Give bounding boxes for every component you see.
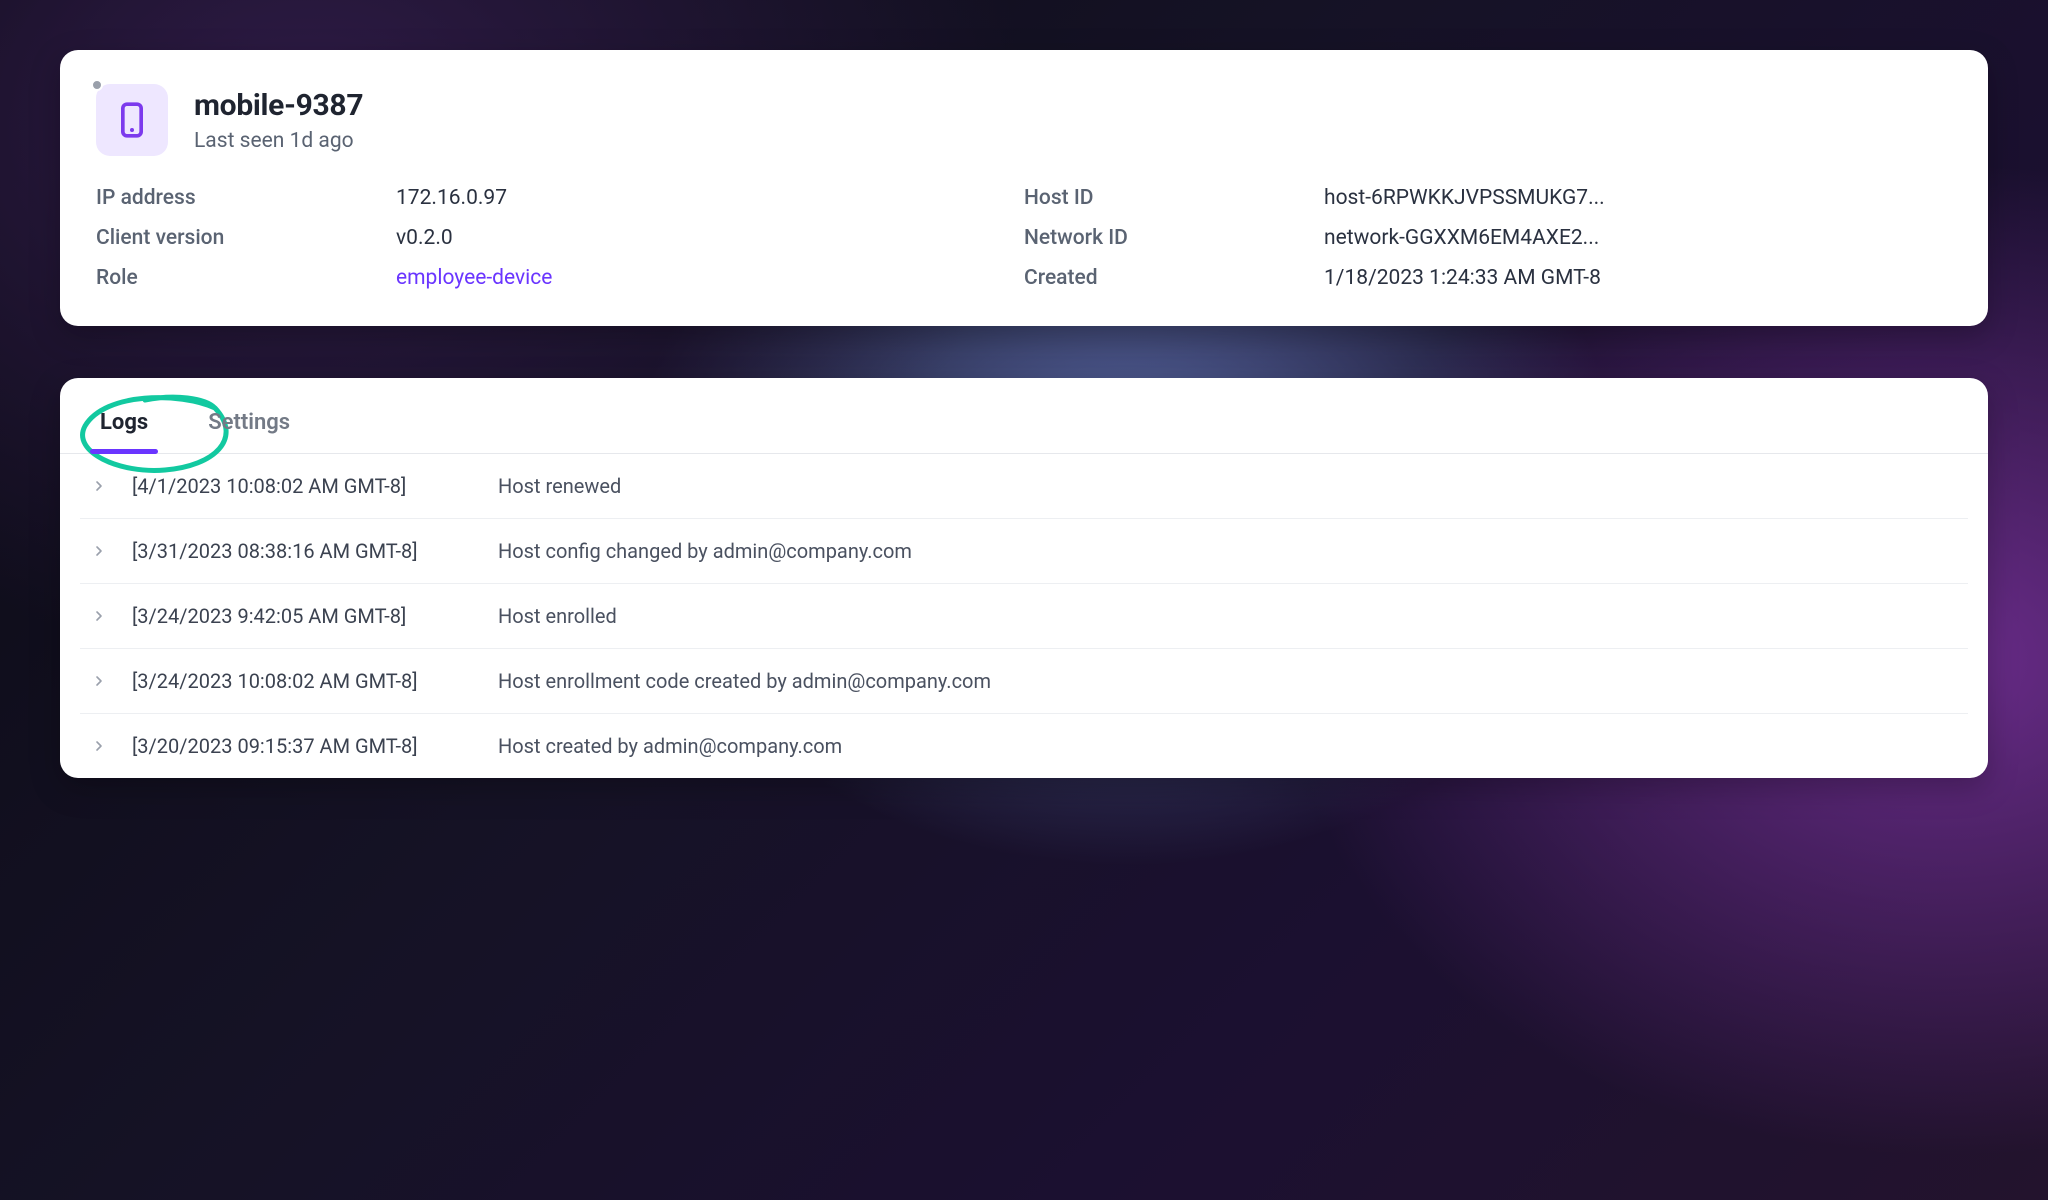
label-ip-address: IP address [96,186,396,210]
label-created: Created [1024,266,1324,290]
value-ip-address: 172.16.0.97 [396,186,1024,210]
label-client-version: Client version [96,226,396,250]
status-dot-icon [91,79,103,91]
log-timestamp: [3/20/2023 09:15:37 AM GMT-8] [132,734,492,758]
value-created: 1/18/2023 1:24:33 AM GMT-8 [1324,266,1952,290]
log-row[interactable]: [3/24/2023 9:42:05 AM GMT-8] Host enroll… [80,584,1968,649]
summary-header: mobile-9387 Last seen 1d ago [96,84,1952,156]
log-row[interactable]: [3/20/2023 09:15:37 AM GMT-8] Host creat… [80,714,1968,778]
chevron-right-icon [90,477,108,495]
log-row[interactable]: [3/31/2023 08:38:16 AM GMT-8] Host confi… [80,519,1968,584]
tab-settings[interactable]: Settings [208,410,290,453]
log-message: Host config changed by admin@company.com [498,539,1958,563]
value-client-version: v0.2.0 [396,226,1024,250]
tabs-row: Logs Settings [60,378,1988,454]
log-row[interactable]: [4/1/2023 10:08:02 AM GMT-8] Host renewe… [80,454,1968,519]
chevron-right-icon [90,737,108,755]
device-icon-container [96,84,168,156]
value-network-id: network-GGXXM6EM4AXE2... [1324,226,1952,250]
log-message: Host created by admin@company.com [498,734,1958,758]
log-timestamp: [3/24/2023 10:08:02 AM GMT-8] [132,669,492,693]
log-message: Host renewed [498,474,1958,498]
log-message: Host enrolled [498,604,1958,628]
log-row[interactable]: [3/24/2023 10:08:02 AM GMT-8] Host enrol… [80,649,1968,714]
label-host-id: Host ID [1024,186,1324,210]
log-timestamp: [3/31/2023 08:38:16 AM GMT-8] [132,539,492,563]
last-seen-text: Last seen 1d ago [194,129,363,153]
mobile-icon [112,100,152,140]
chevron-right-icon [90,607,108,625]
tab-logs[interactable]: Logs [100,410,148,453]
label-network-id: Network ID [1024,226,1324,250]
value-role-link[interactable]: employee-device [396,266,1024,290]
log-timestamp: [3/24/2023 9:42:05 AM GMT-8] [132,604,492,628]
log-timestamp: [4/1/2023 10:08:02 AM GMT-8] [132,474,492,498]
title-block: mobile-9387 Last seen 1d ago [194,88,363,153]
label-role: Role [96,266,396,290]
device-summary-card: mobile-9387 Last seen 1d ago IP address … [60,50,1988,326]
device-title: mobile-9387 [194,88,363,123]
log-message: Host enrollment code created by admin@co… [498,669,1958,693]
chevron-right-icon [90,672,108,690]
logs-card: Logs Settings [4/1/2023 10:08:02 AM GMT-… [60,378,1988,778]
chevron-right-icon [90,542,108,560]
device-details-grid: IP address 172.16.0.97 Host ID host-6RPW… [96,186,1952,290]
value-host-id: host-6RPWKKJVPSSMUKG7... [1324,186,1952,210]
log-list: [4/1/2023 10:08:02 AM GMT-8] Host renewe… [60,454,1988,778]
